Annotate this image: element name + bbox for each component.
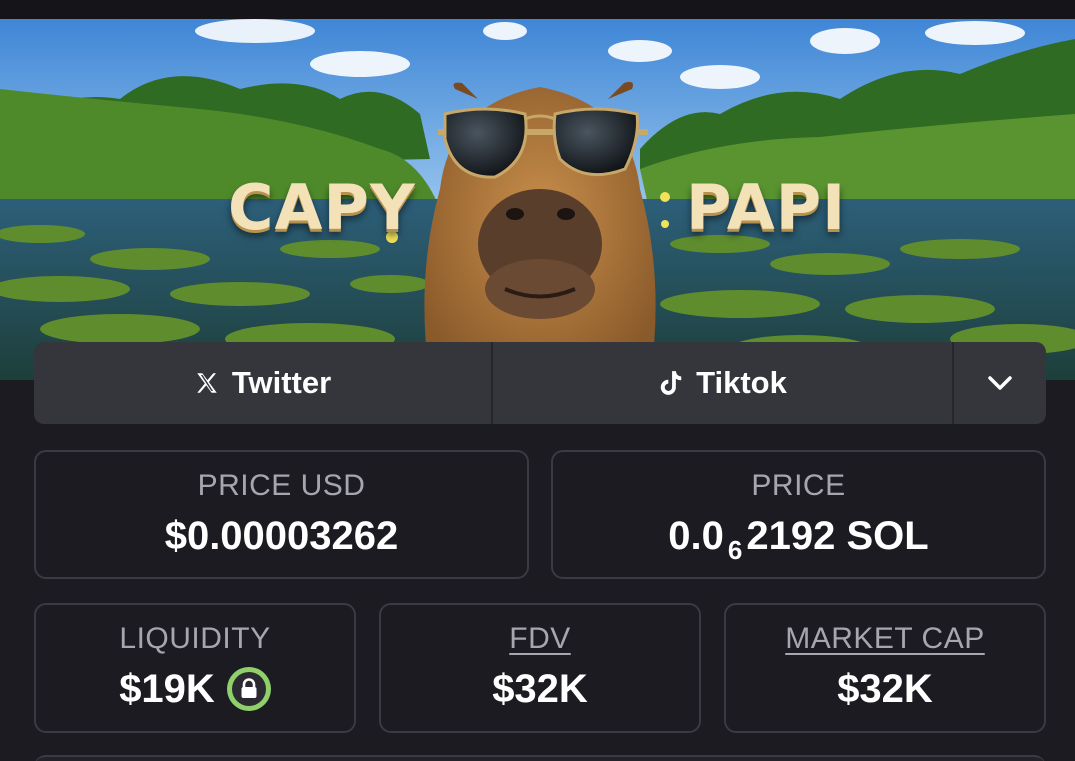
price-usd-card: PRICE USD $0.00003262 xyxy=(34,450,529,579)
price-sol-label: PRICE xyxy=(751,469,846,502)
price-sol-zero-count: 6 xyxy=(727,535,743,565)
price-sol-card: PRICE 0.0 6 2192 SOL xyxy=(551,450,1046,579)
token-banner-image: CAPY PAPI xyxy=(0,19,1075,380)
lock-icon-inner xyxy=(231,672,266,706)
market-cap-label[interactable]: MARKET CAP xyxy=(726,621,1044,657)
price-usd-label: PRICE USD xyxy=(197,469,366,502)
liquidity-value: $19K xyxy=(119,667,215,711)
lock-icon[interactable] xyxy=(226,667,271,711)
fdv-label[interactable]: FDV xyxy=(381,621,699,657)
bottom-tabs-edge xyxy=(34,755,1046,761)
banner-word-left: CAPY xyxy=(228,171,416,244)
social-links-bar: Twitter Tiktok xyxy=(34,342,1046,424)
banner-word-right: PAPI xyxy=(686,171,847,244)
token-info-page: CAPY PAPI Twitter Tiktok PRICE USD $0.00… xyxy=(0,0,1075,761)
lock-glyph xyxy=(241,678,257,698)
top-strip xyxy=(0,0,1075,19)
twitter-label: Twitter xyxy=(231,365,332,400)
banner-illustration xyxy=(0,19,1075,380)
liquidity-value-row: $19K xyxy=(36,667,354,711)
liquidity-label: LIQUIDITY xyxy=(119,622,271,655)
x-icon xyxy=(197,373,217,393)
market-cap-value: $32K xyxy=(837,667,933,711)
chevron-down-icon xyxy=(988,376,1012,390)
tiktok-label: Tiktok xyxy=(696,365,787,400)
tiktok-button[interactable]: Tiktok xyxy=(493,342,954,424)
twitter-button[interactable]: Twitter xyxy=(34,342,493,424)
price-usd-value: $0.00003262 xyxy=(164,514,399,558)
price-sol-prefix: 0.0 xyxy=(668,514,724,558)
fdv-value: $32K xyxy=(492,667,588,711)
fdv-value-row: $32K xyxy=(381,667,699,711)
liquidity-card: LIQUIDITY $19K xyxy=(34,603,356,733)
market-cap-value-row: $32K xyxy=(726,667,1044,711)
price-sol-suffix: 2192 SOL xyxy=(746,514,929,558)
tiktok-icon xyxy=(660,371,682,395)
price-sol-value: 0.0 6 2192 SOL xyxy=(553,514,1044,565)
price-usd-value-row: $0.00003262 xyxy=(36,514,527,558)
market-cap-card: MARKET CAP $32K xyxy=(724,603,1046,733)
fdv-card: FDV $32K xyxy=(379,603,701,733)
more-links-button[interactable] xyxy=(954,342,1046,424)
